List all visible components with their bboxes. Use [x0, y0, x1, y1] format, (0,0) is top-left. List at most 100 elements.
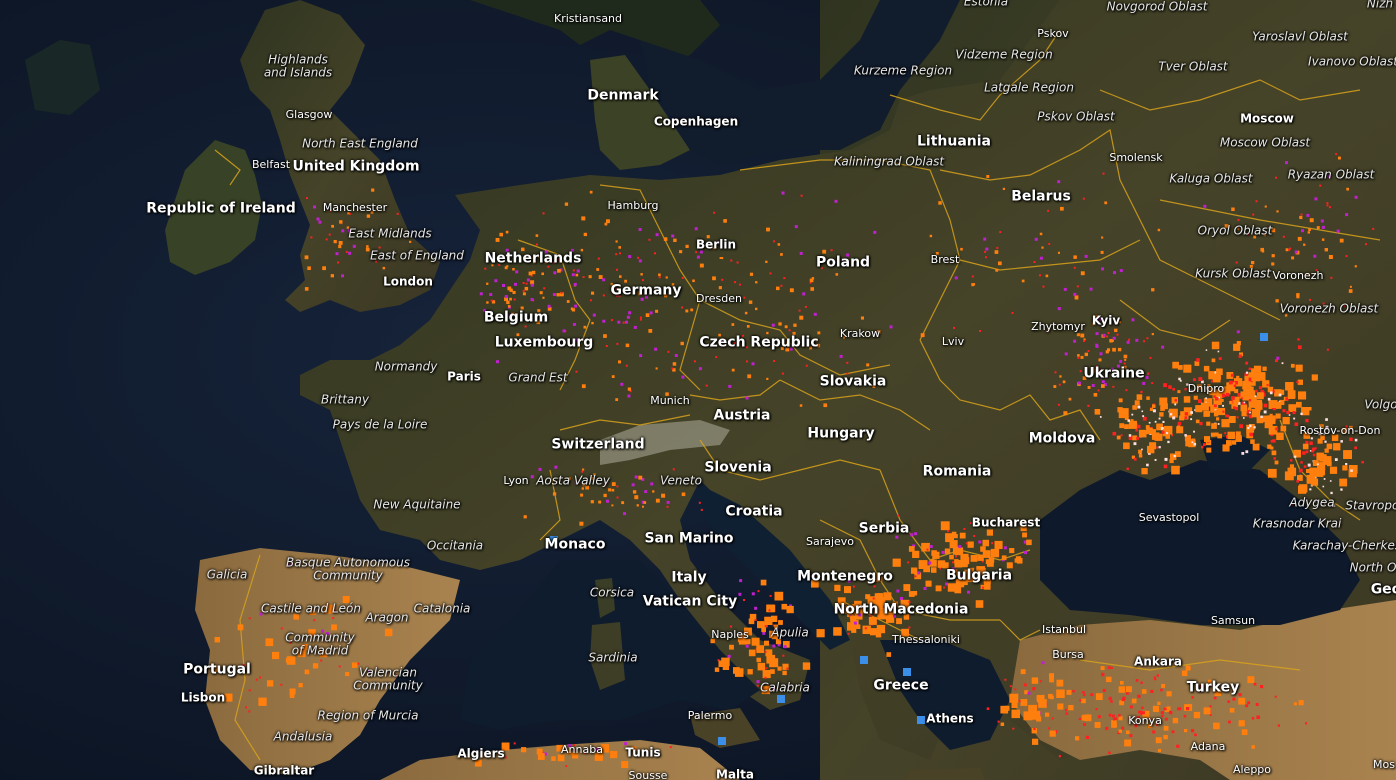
- city-label[interactable]: Algiers: [457, 748, 504, 761]
- region-label[interactable]: Community of Madrid: [285, 631, 354, 656]
- region-label[interactable]: Krasnodar Krai: [1253, 518, 1342, 531]
- city-label[interactable]: Rostov-on-Don: [1300, 425, 1381, 437]
- country-label[interactable]: Denmark: [587, 88, 658, 104]
- city-label[interactable]: Bursa: [1052, 649, 1084, 661]
- city-label[interactable]: Zhytomyr: [1031, 321, 1085, 333]
- region-label[interactable]: North O: [1350, 562, 1396, 575]
- country-label[interactable]: Croatia: [725, 504, 782, 520]
- region-label[interactable]: Stavropol: [1345, 500, 1396, 513]
- region-label[interactable]: Region of Murcia: [318, 710, 419, 723]
- city-label[interactable]: Paris: [447, 371, 481, 384]
- city-label[interactable]: Krakow: [840, 328, 880, 340]
- city-label[interactable]: Thessaloniki: [892, 634, 960, 646]
- region-label[interactable]: Castile and León: [261, 603, 361, 616]
- city-label[interactable]: Lisbon: [181, 692, 225, 705]
- region-label[interactable]: New Aquitaine: [373, 499, 460, 512]
- city-label[interactable]: Munich: [650, 395, 690, 407]
- region-label[interactable]: Grand Est: [508, 372, 567, 385]
- region-label[interactable]: Karachay-Cherkess: [1293, 540, 1396, 553]
- region-label[interactable]: Corsica: [590, 587, 634, 600]
- region-label[interactable]: Moscow Oblast: [1220, 137, 1310, 150]
- region-label[interactable]: Sardinia: [588, 652, 637, 665]
- region-label[interactable]: Kaliningrad Oblast: [834, 156, 944, 169]
- country-label[interactable]: Geo: [1371, 582, 1396, 598]
- city-label[interactable]: Bucharest: [972, 517, 1040, 530]
- country-label[interactable]: Belarus: [1011, 189, 1071, 205]
- city-label[interactable]: Dresden: [696, 293, 742, 305]
- region-label[interactable]: East of England: [370, 250, 464, 263]
- region-label[interactable]: Ivanovo Oblast: [1308, 56, 1396, 69]
- region-label[interactable]: Estonia: [964, 0, 1008, 8]
- city-label[interactable]: Mos: [1373, 759, 1395, 771]
- city-label[interactable]: Sarajevo: [806, 536, 854, 548]
- city-label[interactable]: Ankara: [1134, 656, 1182, 669]
- country-label[interactable]: Czech Republic: [699, 335, 818, 351]
- map-view[interactable]: Denmark United Kingdom Republic of Irela…: [0, 0, 1396, 780]
- region-label[interactable]: Aosta Valley: [536, 475, 610, 488]
- country-label[interactable]: Turkey: [1187, 680, 1239, 696]
- city-label[interactable]: Berlin: [696, 239, 736, 252]
- country-label[interactable]: Luxembourg: [495, 335, 594, 351]
- country-label[interactable]: Greece: [873, 678, 928, 694]
- country-label[interactable]: Poland: [816, 255, 870, 271]
- city-label[interactable]: Manchester: [323, 202, 387, 214]
- country-label[interactable]: Slovakia: [820, 374, 887, 390]
- region-label[interactable]: Pskov Oblast: [1037, 111, 1114, 124]
- country-label[interactable]: Italy: [671, 570, 706, 586]
- region-label[interactable]: Adygea: [1289, 497, 1334, 510]
- region-label[interactable]: Veneto: [660, 475, 702, 488]
- region-label[interactable]: Basque Autonomous Community: [286, 556, 410, 581]
- city-label[interactable]: Lviv: [942, 336, 964, 348]
- city-label[interactable]: Kristiansand: [554, 13, 622, 25]
- country-label[interactable]: Switzerland: [551, 437, 644, 453]
- city-label[interactable]: Samsun: [1211, 615, 1255, 627]
- country-label[interactable]: Moldova: [1029, 431, 1096, 447]
- city-label[interactable]: Palermo: [688, 710, 732, 722]
- region-label[interactable]: Ryazan Oblast: [1288, 169, 1375, 182]
- country-label[interactable]: Lithuania: [917, 134, 991, 150]
- region-label[interactable]: East Midlands: [348, 228, 431, 241]
- region-label[interactable]: Kursk Oblast: [1195, 268, 1271, 281]
- city-label[interactable]: Moscow: [1240, 113, 1294, 126]
- country-label[interactable]: Belgium: [484, 310, 548, 326]
- city-label[interactable]: Voronezh: [1273, 270, 1324, 282]
- country-label[interactable]: Vatican City: [643, 594, 738, 610]
- country-label[interactable]: Republic of Ireland: [146, 201, 295, 217]
- city-label[interactable]: Copenhagen: [654, 116, 738, 129]
- country-label[interactable]: Romania: [923, 464, 992, 480]
- region-label[interactable]: North East England: [302, 138, 418, 151]
- country-label[interactable]: Ukraine: [1083, 366, 1144, 382]
- country-label[interactable]: Slovenia: [704, 460, 771, 476]
- city-label[interactable]: Sevastopol: [1139, 512, 1200, 524]
- region-label[interactable]: Voronezh Oblast: [1280, 303, 1379, 316]
- region-label[interactable]: Oryol Oblast: [1198, 225, 1273, 238]
- city-label[interactable]: Athens: [926, 713, 973, 726]
- country-label[interactable]: North Macedonia: [834, 602, 969, 618]
- city-label[interactable]: Hamburg: [608, 200, 659, 212]
- city-label[interactable]: Malta: [716, 769, 754, 780]
- city-label[interactable]: London: [383, 276, 433, 289]
- region-label[interactable]: Galicia: [207, 569, 248, 582]
- country-label[interactable]: Serbia: [859, 521, 910, 537]
- region-label[interactable]: Nizh: [1367, 0, 1393, 10]
- region-label[interactable]: Pays de la Loire: [333, 419, 428, 432]
- region-label[interactable]: Tver Oblast: [1158, 61, 1227, 74]
- country-label[interactable]: Netherlands: [485, 251, 582, 267]
- region-label[interactable]: Aragon: [365, 612, 408, 625]
- city-label[interactable]: Adana: [1191, 741, 1226, 753]
- city-label[interactable]: Aleppo: [1233, 764, 1271, 776]
- city-label[interactable]: Annaba: [561, 744, 603, 756]
- region-label[interactable]: Valencian Community: [353, 666, 422, 691]
- city-label[interactable]: Glasgow: [286, 109, 333, 121]
- country-label[interactable]: Austria: [714, 408, 771, 424]
- city-label[interactable]: Kyiv: [1092, 315, 1120, 328]
- city-label[interactable]: Istanbul: [1042, 624, 1086, 636]
- region-label[interactable]: Kaluga Oblast: [1169, 173, 1252, 186]
- country-label[interactable]: Germany: [610, 283, 681, 299]
- country-label[interactable]: Portugal: [183, 662, 251, 678]
- city-label[interactable]: Pskov: [1037, 28, 1068, 40]
- city-label[interactable]: Smolensk: [1109, 152, 1162, 164]
- city-label[interactable]: Brest: [931, 254, 960, 266]
- country-label[interactable]: United Kingdom: [292, 159, 419, 175]
- region-label[interactable]: Vidzeme Region: [955, 49, 1052, 62]
